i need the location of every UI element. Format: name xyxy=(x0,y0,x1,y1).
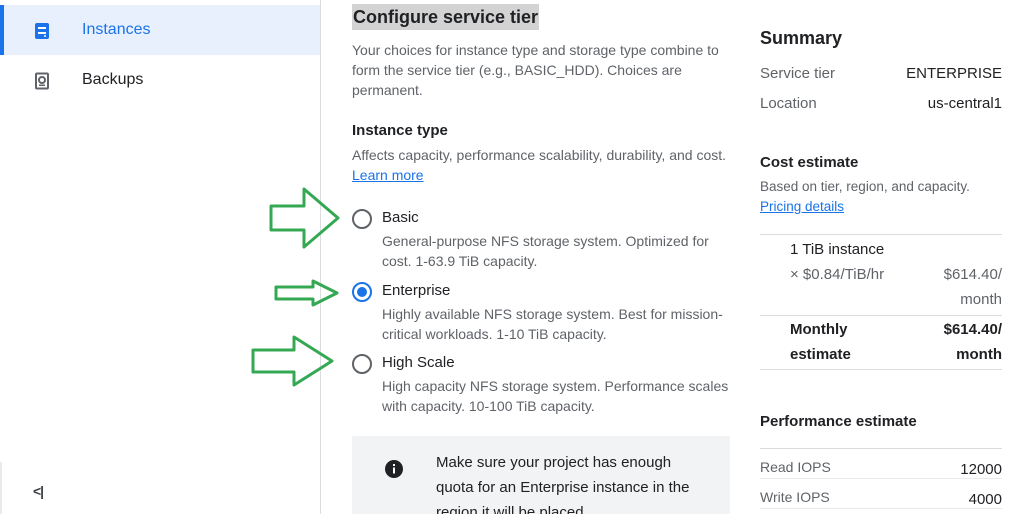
cost-estimate-description-text: Based on tier, region, and capacity. xyxy=(760,179,970,194)
summary-key: Location xyxy=(760,95,817,112)
sidebar-item-instances[interactable]: Instances xyxy=(0,5,320,55)
instance-type-heading: Instance type xyxy=(352,122,448,139)
instance-price: $614.40/ xyxy=(943,266,1002,283)
info-text: Make sure your project has enough quota … xyxy=(436,454,690,514)
monthly-price: $614.40/ xyxy=(943,321,1002,338)
radio-description: General-purpose NFS storage system. Opti… xyxy=(382,233,709,269)
instance-label: 1 TiB instance xyxy=(790,241,885,258)
radio-button[interactable] xyxy=(352,209,372,229)
radio-label: Basic xyxy=(382,209,419,226)
summary-value: ENTERPRISE xyxy=(906,65,1002,82)
radio-description: Highly available NFS storage system. Bes… xyxy=(382,306,723,342)
radio-button-checked[interactable] xyxy=(352,282,372,302)
backup-icon xyxy=(35,72,49,90)
sidebar-item-label: Backups xyxy=(82,71,144,88)
storage-instance-icon xyxy=(35,23,49,39)
summary-key: Service tier xyxy=(760,65,836,82)
instance-type-description-text: Affects capacity, performance scalabilit… xyxy=(352,147,727,163)
page-description: Your choices for instance type and stora… xyxy=(352,42,719,98)
sidebar-item-backups[interactable]: Backups xyxy=(0,55,320,105)
perf-row-read-iops: Read IOPS 12000 xyxy=(760,449,1002,479)
perf-key: Write IOPS xyxy=(760,489,830,505)
info-icon xyxy=(385,460,403,478)
page-title: Configure service tier xyxy=(352,4,540,30)
instance-rate: × $0.84/TiB/hr xyxy=(790,266,885,283)
perf-row-write-iops: Write IOPS 4000 xyxy=(760,479,1002,509)
cost-estimate-description: Based on tier, region, and capacity. Pri… xyxy=(760,177,970,217)
sidebar: Instances Backups <| xyxy=(0,0,321,514)
annotation-arrow-high-scale xyxy=(251,335,334,387)
summary-value: us-central1 xyxy=(927,95,1002,112)
monthly-label-2: estimate xyxy=(790,346,851,363)
cost-estimate-title: Cost estimate xyxy=(760,154,859,171)
cost-table: 1 TiB instance × $0.84/TiB/hr $614.40/ m… xyxy=(760,234,1002,370)
perf-key: Read IOPS xyxy=(760,459,831,475)
collapse-sidebar-icon[interactable]: <| xyxy=(33,483,44,499)
divider xyxy=(760,315,1002,316)
annotation-arrow-enterprise xyxy=(274,279,339,307)
summary-title: Summary xyxy=(760,28,843,48)
sidebar-item-label: Instances xyxy=(82,21,151,38)
performance-estimate-title: Performance estimate xyxy=(760,413,917,430)
instance-price-unit: month xyxy=(960,291,1002,308)
perf-value: 4000 xyxy=(968,491,1002,508)
radio-description: High capacity NFS storage system. Perfor… xyxy=(382,378,729,414)
annotation-arrow-basic xyxy=(269,187,340,249)
learn-more-link[interactable]: Learn more xyxy=(352,167,424,183)
radio-label: High Scale xyxy=(382,354,455,371)
monthly-label: Monthly xyxy=(790,321,848,338)
sidebar-edge xyxy=(0,462,2,514)
performance-table: Read IOPS 12000 Write IOPS 4000 xyxy=(760,448,1002,509)
radio-button[interactable] xyxy=(352,354,372,374)
summary-row-service-tier: Service tier ENTERPRISE xyxy=(760,65,1002,87)
pricing-details-link[interactable]: Pricing details xyxy=(760,197,970,217)
radio-label: Enterprise xyxy=(382,282,451,299)
summary-row-location: Location us-central1 xyxy=(760,95,1002,117)
quota-info-box: Make sure your project has enough quota … xyxy=(352,436,730,514)
perf-value: 12000 xyxy=(960,461,1002,478)
instance-type-description: Affects capacity, performance scalabilit… xyxy=(352,145,732,185)
monthly-price-unit: month xyxy=(956,346,1002,363)
